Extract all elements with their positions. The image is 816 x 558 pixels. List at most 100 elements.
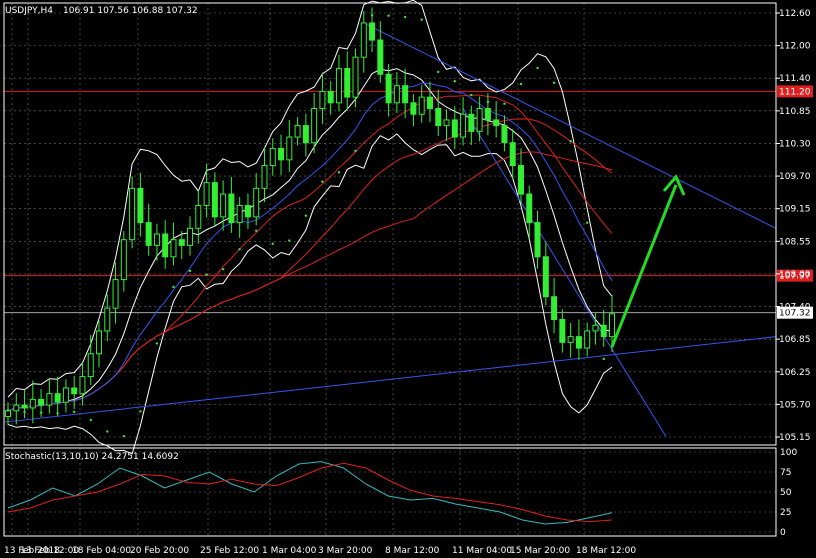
x-tick-label: 25 Feb 12:00 [200,546,259,556]
x-tick-label: 11 Mar 04:00 [452,546,512,556]
sar-dot [370,14,374,17]
sar-dot [585,221,589,224]
candle-body [319,90,326,110]
candle-body [600,324,607,338]
x-tick-label: 20 Feb 20:00 [130,546,189,556]
candle-body [517,165,524,195]
y-tick-label: 108.55 [779,237,811,247]
ohlc-label: 106.91 107.56 106.88 107.32 [63,6,198,16]
candle-body [443,119,450,127]
candle-body [62,387,69,403]
candle-body [54,393,61,403]
price-chart[interactable]: 111.20107.97107.32 112.60112.00111.40110… [0,0,816,558]
candle-body [137,187,144,224]
candle-body [278,147,285,161]
sar-dot [536,66,539,70]
candle-body [29,398,36,409]
candle-body [120,239,127,281]
candle-body [377,39,384,75]
candle-body [542,256,549,298]
candle-body [286,136,293,161]
candle-body [236,204,243,224]
candle-body [426,96,433,110]
symbol-label: USDJPY,H4 [5,6,53,16]
candle-body [261,165,268,189]
stoch-y-tick-label: 50 [780,488,792,498]
y-tick-label: 106.25 [779,368,811,378]
candle-body [187,227,194,246]
y-tick-label: 112.60 [779,9,811,19]
sar-dot [453,80,456,83]
sar-dot [56,412,59,415]
x-tick-label: 18 Mar 12:00 [576,546,636,556]
sar-dot [271,242,274,245]
candle-body [575,336,582,349]
candle-body [112,279,119,309]
candle-body [5,410,11,417]
y-tick-label: 108.00 [779,270,811,280]
stochastic-label: Stochastic(13,10,10) 24.2751 14.6092 [5,452,179,462]
sar-dot [486,100,490,104]
stoch-y-tick-label: 75 [780,468,791,478]
x-tick-label: 18 Feb 04:00 [72,546,131,556]
candle-body [253,187,260,218]
sar-dot [6,409,10,412]
candle-body [435,108,442,127]
candle-body [609,313,615,338]
sar-dot [304,214,308,217]
sar-dot [89,418,92,422]
y-tick-label: 110.30 [779,139,811,149]
candle-body [335,68,342,104]
candle-body [551,296,558,321]
y-tick-label: 107.40 [779,303,811,313]
stoch-y-tick-label: 25 [780,508,791,518]
candle-body [178,239,185,246]
candle-body [493,119,500,127]
candle-body [302,125,309,144]
sar-dot [354,149,357,153]
candle-body [501,125,508,144]
y-tick-label: 106.85 [779,335,811,345]
sar-dot [420,18,423,21]
candle-body [509,142,516,167]
candle-body [71,387,78,395]
sar-dot [106,430,109,433]
candle-body [344,68,351,98]
sar-dot [155,342,159,345]
candle-body [162,233,169,258]
sar-dot [221,268,225,271]
candle-body [145,222,152,246]
y-tick-label: 105.70 [779,400,811,410]
x-tick-label: 1 Mar 04:00 [262,546,317,556]
candle-body [129,187,136,241]
candle-body [21,404,28,409]
candle-body [104,307,111,332]
sar-dot [387,14,390,17]
y-tick-label: 112.00 [779,42,811,52]
candle-body [352,56,359,98]
candle-body [369,22,376,41]
sar-dot [72,410,76,414]
sar-dot [337,171,341,174]
candle-body [476,108,483,132]
candle-body [584,330,591,349]
y-tick-label: 109.70 [779,172,811,182]
x-tick-label: 8 Mar 12:00 [385,546,440,556]
candle-body [559,319,566,343]
candle-body [38,398,45,406]
candle-body [203,182,210,206]
candle-body [220,193,227,218]
sar-dot [238,248,241,251]
sar-dot [172,285,175,289]
candle-body [468,113,475,132]
candle-body [385,73,392,104]
stoch-y-tick-label: 100 [780,448,797,458]
y-tick-label: 109.15 [779,205,811,215]
candle-body [311,108,318,144]
sar-dot [602,357,605,361]
candle-body [211,182,218,218]
sar-dot [403,15,407,19]
candle-body [534,222,541,258]
candle-body [153,233,160,246]
x-tick-label: 15 Mar 20:00 [510,546,570,556]
